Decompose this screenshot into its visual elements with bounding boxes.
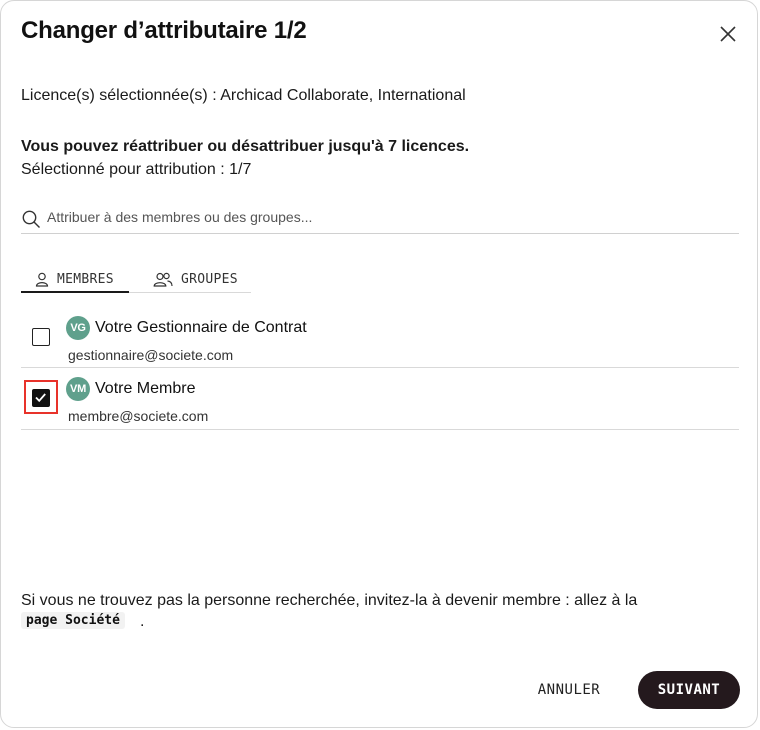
- active-tab-indicator: [21, 291, 129, 293]
- assign-dialog: Changer d’attributaire 1/2 Licence(s) sé…: [0, 0, 758, 728]
- company-page-link-wrapper: page Société: [21, 611, 125, 629]
- avatar: VM: [66, 377, 90, 401]
- tab-groups-label: GROUPES: [181, 272, 238, 287]
- cancel-button[interactable]: ANNULER: [521, 672, 617, 708]
- hint-suffix: .: [140, 613, 145, 630]
- reassign-limit-text: Vous pouvez réattribuer ou désattribuer …: [21, 138, 470, 155]
- search-icon: [22, 210, 40, 228]
- member-row[interactable]: VG Votre Gestionnaire de Contrat gestion…: [21, 307, 739, 368]
- member-row[interactable]: VM Votre Membre membre@societe.com: [21, 368, 739, 430]
- dialog-title: Changer d’attributaire 1/2: [21, 17, 307, 44]
- close-icon[interactable]: [717, 23, 739, 45]
- next-button[interactable]: SUIVANT: [638, 671, 740, 709]
- user-icon: [35, 272, 49, 287]
- tab-members-label: MEMBRES: [57, 272, 114, 287]
- check-icon: [35, 393, 46, 403]
- search-input[interactable]: [47, 206, 727, 228]
- tab-members[interactable]: MEMBRES: [35, 267, 114, 292]
- member-email: membre@societe.com: [68, 408, 209, 424]
- member-name: Votre Membre: [95, 380, 196, 397]
- users-icon: [153, 272, 173, 287]
- member-email: gestionnaire@societe.com: [68, 347, 234, 363]
- avatar: VG: [66, 316, 90, 340]
- member-checkbox[interactable]: [32, 328, 50, 346]
- selected-licenses: Licence(s) sélectionnée(s) : Archicad Co…: [21, 87, 466, 104]
- selected-count-text: Sélectionné pour attribution : 1/7: [21, 161, 252, 178]
- search-field[interactable]: [21, 206, 739, 234]
- tab-divider: [129, 292, 251, 293]
- tab-groups[interactable]: GROUPES: [153, 267, 238, 292]
- company-page-link[interactable]: page Société: [21, 612, 125, 629]
- invite-hint: Si vous ne trouvez pas la personne reche…: [21, 592, 638, 609]
- member-name: Votre Gestionnaire de Contrat: [95, 319, 307, 336]
- member-checkbox[interactable]: [32, 389, 50, 407]
